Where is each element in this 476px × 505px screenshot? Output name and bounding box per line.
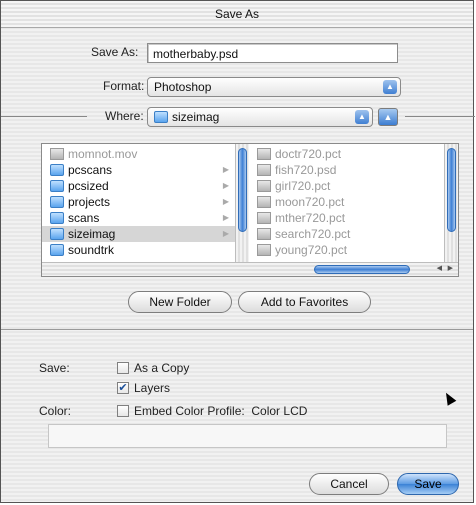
list-item[interactable]: momnot.mov xyxy=(42,146,235,162)
disclosure-arrow-icon: ▶ xyxy=(222,229,229,238)
list-item-label: momnot.mov xyxy=(68,147,138,161)
color-label: Color: xyxy=(39,404,72,418)
folder-icon xyxy=(50,212,64,224)
folder-icon xyxy=(50,164,64,176)
embed-color-profile-checkbox[interactable] xyxy=(117,405,129,417)
column-2-scrollbar[interactable] xyxy=(444,144,458,262)
list-item[interactable]: pcscans ▶ xyxy=(42,162,235,178)
add-to-favorites-button[interactable]: Add to Favorites xyxy=(238,291,371,313)
folder-icon xyxy=(50,228,64,240)
image-file-icon xyxy=(257,148,271,160)
embed-color-profile-label: Embed Color Profile: Color LCD xyxy=(134,404,308,418)
format-popup[interactable]: Photoshop ▲ xyxy=(147,77,401,97)
where-popup[interactable]: sizeimag ▲ xyxy=(147,107,373,127)
image-file-icon xyxy=(257,180,271,192)
format-label: Format: xyxy=(103,79,145,93)
list-item-label: pcscans xyxy=(68,163,113,177)
list-item[interactable]: young720.pct xyxy=(249,242,439,258)
updown-arrow-icon: ▲ xyxy=(355,110,369,124)
scroll-left-arrow-icon[interactable]: ◀ xyxy=(437,264,442,272)
as-a-copy-label: As a Copy xyxy=(134,361,190,375)
list-item[interactable]: soundtrk xyxy=(42,242,235,258)
list-item[interactable]: scans ▶ xyxy=(42,210,235,226)
image-file-icon xyxy=(257,212,271,224)
image-file-icon xyxy=(257,244,271,256)
window-title: Save As xyxy=(1,1,473,28)
horizontal-scrollbar[interactable]: ◀ ▶ xyxy=(42,262,458,276)
warning-message-area xyxy=(48,424,447,448)
list-item[interactable]: girl720.pct xyxy=(249,178,439,194)
folder-icon xyxy=(50,244,64,256)
file-icon xyxy=(50,148,64,160)
list-item[interactable]: pcsized ▶ xyxy=(42,178,235,194)
list-item-label: pcsized xyxy=(68,179,109,193)
new-folder-button[interactable]: New Folder xyxy=(128,291,232,313)
format-value: Photoshop xyxy=(154,80,212,94)
scroll-right-arrow-icon[interactable]: ▶ xyxy=(448,264,453,272)
list-item-label: projects xyxy=(68,195,111,209)
list-item[interactable]: doctr720.pct xyxy=(249,146,439,162)
folder-icon xyxy=(50,180,64,192)
as-a-copy-checkbox[interactable] xyxy=(117,362,129,374)
save-as-filename-input[interactable]: motherbaby.psd xyxy=(147,43,398,63)
image-file-icon xyxy=(257,196,271,208)
list-item[interactable]: projects ▶ xyxy=(42,194,235,210)
triangle-up-icon: ▲ xyxy=(383,112,393,122)
list-item[interactable]: fish720.psd xyxy=(249,162,439,178)
save-button[interactable]: Save xyxy=(397,473,459,495)
updown-arrow-icon: ▲ xyxy=(383,80,397,94)
where-label: Where: xyxy=(105,109,144,123)
list-item[interactable]: moon720.pct xyxy=(249,194,439,210)
list-item[interactable]: mther720.pct xyxy=(249,210,439,226)
scroll-thumb[interactable] xyxy=(238,148,247,232)
horizontal-scroll-thumb[interactable] xyxy=(314,265,410,274)
list-item[interactable]: search720.pct xyxy=(249,226,439,242)
disclosure-arrow-icon: ▶ xyxy=(222,197,229,206)
list-item-label: soundtrk xyxy=(68,243,115,257)
browser-column-2: doctr720.pct fish720.psd girl720.pct moo… xyxy=(249,146,439,264)
list-item-label: girl720.pct xyxy=(275,179,331,193)
list-item-label: mther720.pct xyxy=(275,211,346,225)
list-item-selected[interactable]: sizeimag ▶ xyxy=(42,226,235,242)
section-divider xyxy=(1,329,473,330)
list-item-label: moon720.pct xyxy=(275,195,345,209)
disclosure-arrow-icon: ▶ xyxy=(222,213,229,222)
divider-left xyxy=(1,116,87,117)
list-item-label: search720.pct xyxy=(275,227,351,241)
folder-icon xyxy=(50,196,64,208)
layers-checkbox[interactable]: ✔ xyxy=(117,382,129,394)
scroll-thumb[interactable] xyxy=(447,148,456,232)
layers-label: Layers xyxy=(134,381,171,395)
where-value: sizeimag xyxy=(172,110,220,124)
disclosure-arrow-icon: ▶ xyxy=(222,165,229,174)
list-item-label: doctr720.pct xyxy=(275,147,342,161)
list-item-label: fish720.psd xyxy=(275,163,337,177)
folder-icon xyxy=(154,111,168,123)
save-as-dialog: Save As Save As: motherbaby.psd Format: … xyxy=(0,0,475,503)
mouse-cursor-icon xyxy=(441,390,457,406)
list-item-label: young720.pct xyxy=(275,243,348,257)
column-1-scrollbar[interactable] xyxy=(235,144,249,262)
browser-column-1: momnot.mov pcscans ▶ pcsized ▶ projects ▶ s… xyxy=(42,146,235,264)
cancel-button[interactable]: Cancel xyxy=(309,473,389,495)
list-item-label: scans xyxy=(68,211,100,225)
collapse-browser-button[interactable]: ▲ xyxy=(378,108,398,126)
list-item-label: sizeimag xyxy=(68,227,116,241)
image-file-icon xyxy=(257,164,271,176)
image-file-icon xyxy=(257,228,271,240)
divider-right xyxy=(405,116,475,117)
save-options-label: Save: xyxy=(39,361,70,375)
disclosure-arrow-icon: ▶ xyxy=(222,181,229,190)
file-browser[interactable]: momnot.mov pcscans ▶ pcsized ▶ projects ▶ s… xyxy=(41,143,459,277)
save-as-label: Save As: xyxy=(91,45,139,59)
checkmark-icon: ✔ xyxy=(118,382,128,394)
